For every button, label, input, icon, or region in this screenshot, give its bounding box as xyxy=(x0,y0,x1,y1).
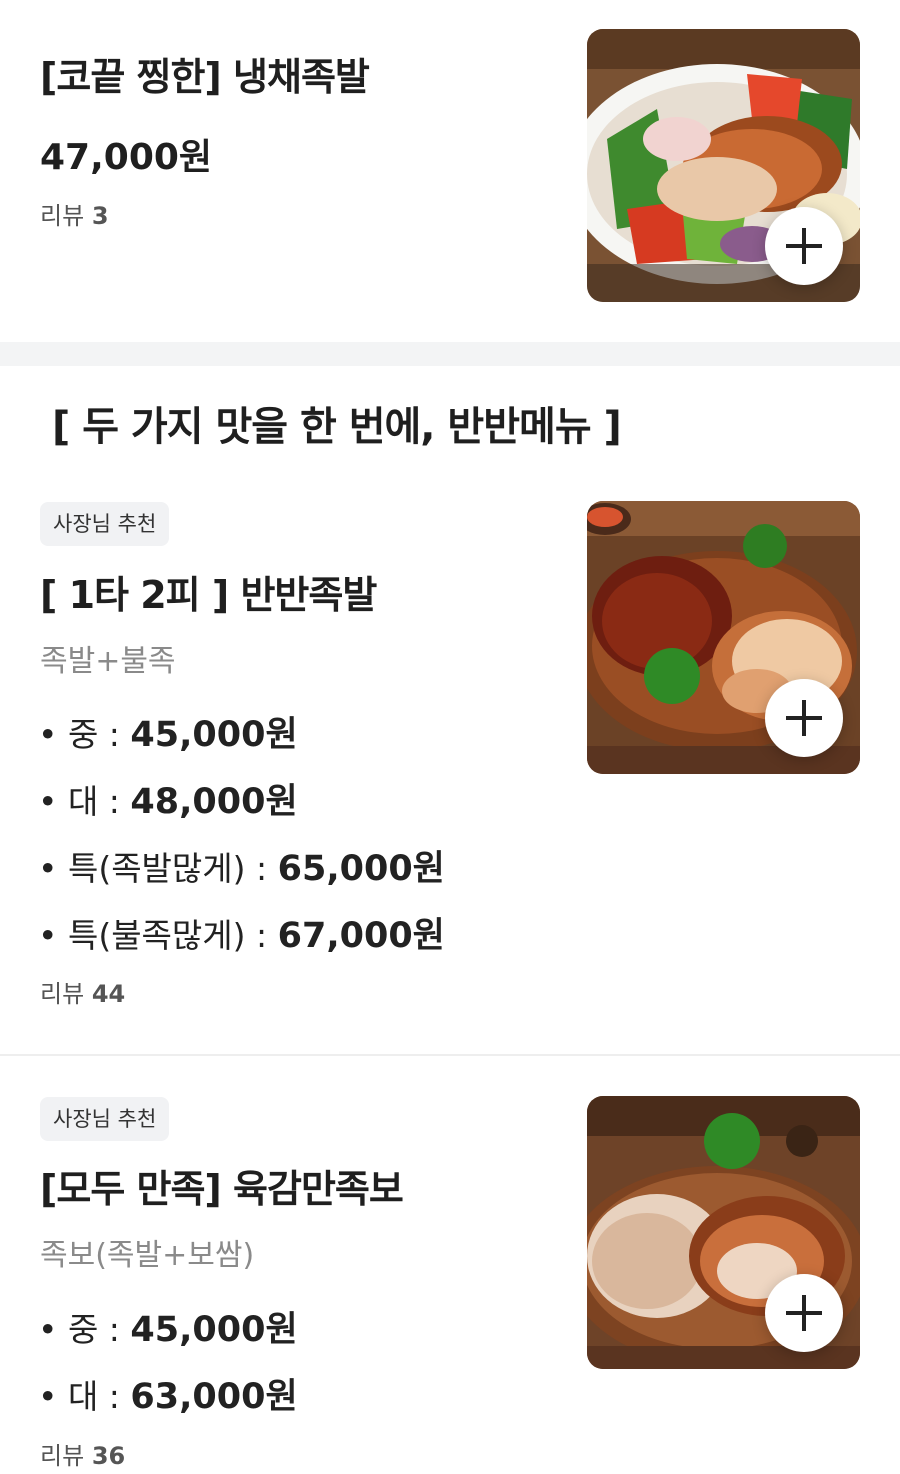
menu-item-title: [모두 만족] 육감만족보 xyxy=(40,1167,404,1211)
review-number: 36 xyxy=(91,1442,126,1470)
option-label: • 중 : xyxy=(38,1310,131,1349)
review-count: 리뷰 36 xyxy=(40,1436,125,1471)
menu-item-description: 족보(족발+보쌈) xyxy=(40,1238,255,1273)
menu-item-image[interactable] xyxy=(587,1096,860,1369)
add-to-cart-plus-icon[interactable] xyxy=(765,1274,843,1352)
option-label: • 대 : xyxy=(38,1377,131,1416)
price-option: • 중 : 45,000원 xyxy=(38,1301,298,1352)
menu-item-yukgam-manjokbo[interactable]: 사장님 추천 [모두 만족] 육감만족보 족보(족발+보쌈) • 중 : 45,… xyxy=(0,0,900,1474)
review-label: 리뷰 xyxy=(40,1442,85,1470)
owner-recommend-badge: 사장님 추천 xyxy=(40,1097,170,1141)
option-price: 45,000원 xyxy=(130,1310,298,1350)
option-price: 63,000원 xyxy=(130,1377,298,1417)
price-option: • 대 : 63,000원 xyxy=(38,1368,298,1419)
